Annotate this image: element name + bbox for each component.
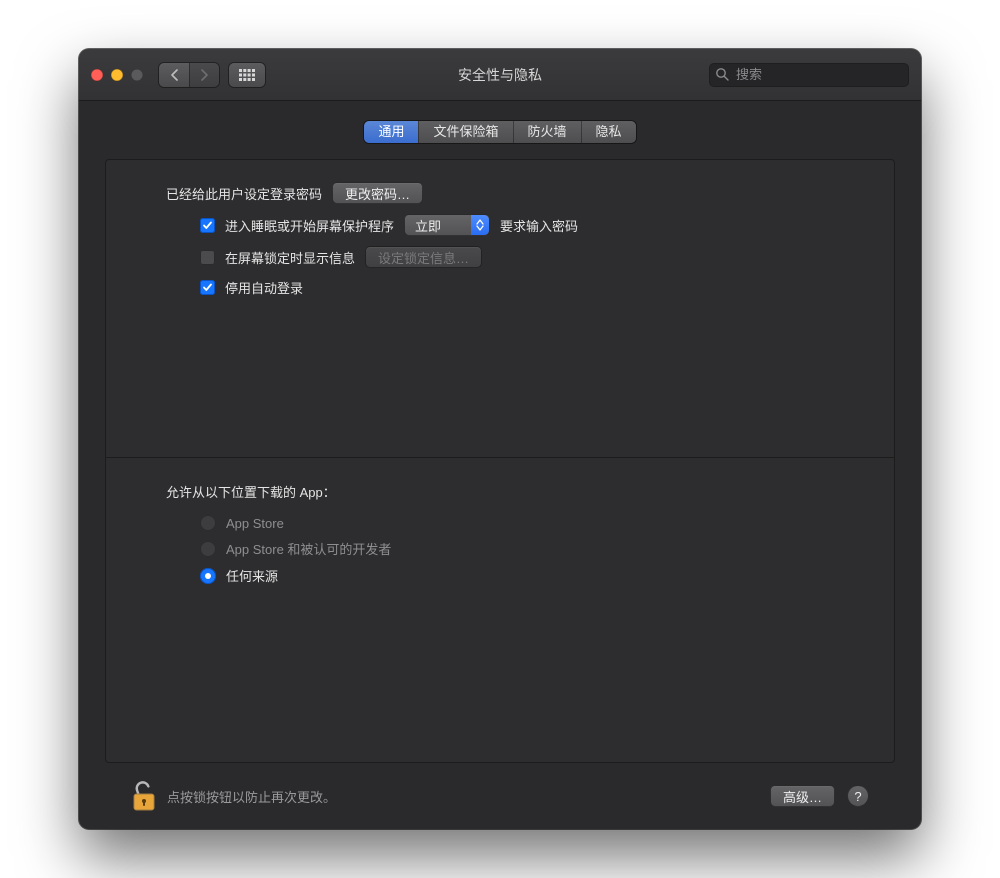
section-divider	[106, 457, 894, 458]
login-password-row: 已经给此用户设定登录密码 更改密码…	[166, 182, 834, 204]
show-all-prefs-button[interactable]	[229, 63, 265, 87]
radio-icon	[200, 541, 216, 557]
require-password-suffix: 要求输入密码	[500, 216, 578, 235]
lock-hint-label: 点按锁按钮以防止再次更改。	[167, 787, 336, 806]
gatekeeper-option-label: App Store 和被认可的开发者	[226, 539, 391, 558]
popup-stepper-icon	[471, 215, 489, 235]
gatekeeper-option-appstore[interactable]: App Store	[166, 515, 834, 531]
back-button[interactable]	[159, 63, 189, 87]
titlebar: 安全性与隐私	[79, 49, 921, 101]
check-icon	[202, 220, 213, 231]
unlock-icon	[131, 780, 157, 812]
chevron-right-icon	[200, 69, 209, 81]
advanced-button[interactable]: 高级…	[770, 785, 835, 807]
gatekeeper-option-anywhere[interactable]: 任何来源	[166, 566, 834, 585]
chevron-left-icon	[170, 69, 179, 81]
disable-autologin-label: 停用自动登录	[225, 278, 303, 297]
gatekeeper-heading-row: 允许从以下位置下载的 App：	[166, 482, 834, 501]
grid-icon	[239, 69, 255, 81]
radio-icon	[200, 568, 216, 584]
content-area: 通用 文件保险箱 防火墙 隐私 已经给此用户设定登录密码 更改密码… 进入睡眠或…	[79, 101, 921, 829]
forward-button[interactable]	[189, 63, 219, 87]
search-icon	[715, 67, 729, 84]
help-button[interactable]: ?	[847, 785, 869, 807]
security-privacy-window: 安全性与隐私 通用 文件保险箱 防火墙 隐私 已经给此用户设定登录密码 更改密码…	[79, 49, 921, 829]
gatekeeper-option-identified[interactable]: App Store 和被认可的开发者	[166, 539, 834, 558]
change-password-button[interactable]: 更改密码…	[332, 182, 423, 204]
show-lock-message-checkbox[interactable]	[200, 250, 215, 265]
tab-firewall[interactable]: 防火墙	[513, 121, 581, 143]
disable-autologin-row: 停用自动登录	[166, 278, 834, 297]
minimize-window-button[interactable]	[111, 69, 123, 81]
close-window-button[interactable]	[91, 69, 103, 81]
general-pane: 已经给此用户设定登录密码 更改密码… 进入睡眠或开始屏幕保护程序 立即 要求输入…	[105, 159, 895, 763]
zoom-window-button[interactable]	[131, 69, 143, 81]
set-lock-message-button[interactable]: 设定锁定信息…	[365, 246, 482, 268]
search-field-wrap	[709, 63, 909, 87]
tab-privacy[interactable]: 隐私	[581, 121, 636, 143]
require-password-row: 进入睡眠或开始屏幕保护程序 立即 要求输入密码	[166, 214, 834, 236]
tab-general[interactable]: 通用	[364, 121, 418, 143]
nav-back-forward	[159, 63, 219, 87]
require-password-delay-value: 立即	[415, 216, 441, 235]
gatekeeper-heading: 允许从以下位置下载的 App：	[166, 482, 336, 501]
check-icon	[202, 282, 213, 293]
require-password-delay-popup[interactable]: 立即	[404, 214, 490, 236]
login-password-label: 已经给此用户设定登录密码	[166, 184, 322, 203]
tab-bar: 通用 文件保险箱 防火墙 隐私	[364, 121, 635, 143]
disable-autologin-checkbox[interactable]	[200, 280, 215, 295]
tab-filevault[interactable]: 文件保险箱	[418, 121, 512, 143]
footer: 点按锁按钮以防止再次更改。 高级… ?	[105, 763, 895, 829]
require-password-prefix: 进入睡眠或开始屏幕保护程序	[225, 216, 394, 235]
gatekeeper-option-label: 任何来源	[226, 566, 278, 585]
require-password-checkbox[interactable]	[200, 218, 215, 233]
window-controls	[91, 69, 143, 81]
show-lock-message-label: 在屏幕锁定时显示信息	[225, 248, 355, 267]
gatekeeper-option-label: App Store	[226, 516, 284, 531]
lock-message-row: 在屏幕锁定时显示信息 设定锁定信息…	[166, 246, 834, 268]
radio-icon	[200, 515, 216, 531]
lock-button[interactable]: 点按锁按钮以防止再次更改。	[131, 780, 336, 812]
search-input[interactable]	[709, 63, 909, 87]
